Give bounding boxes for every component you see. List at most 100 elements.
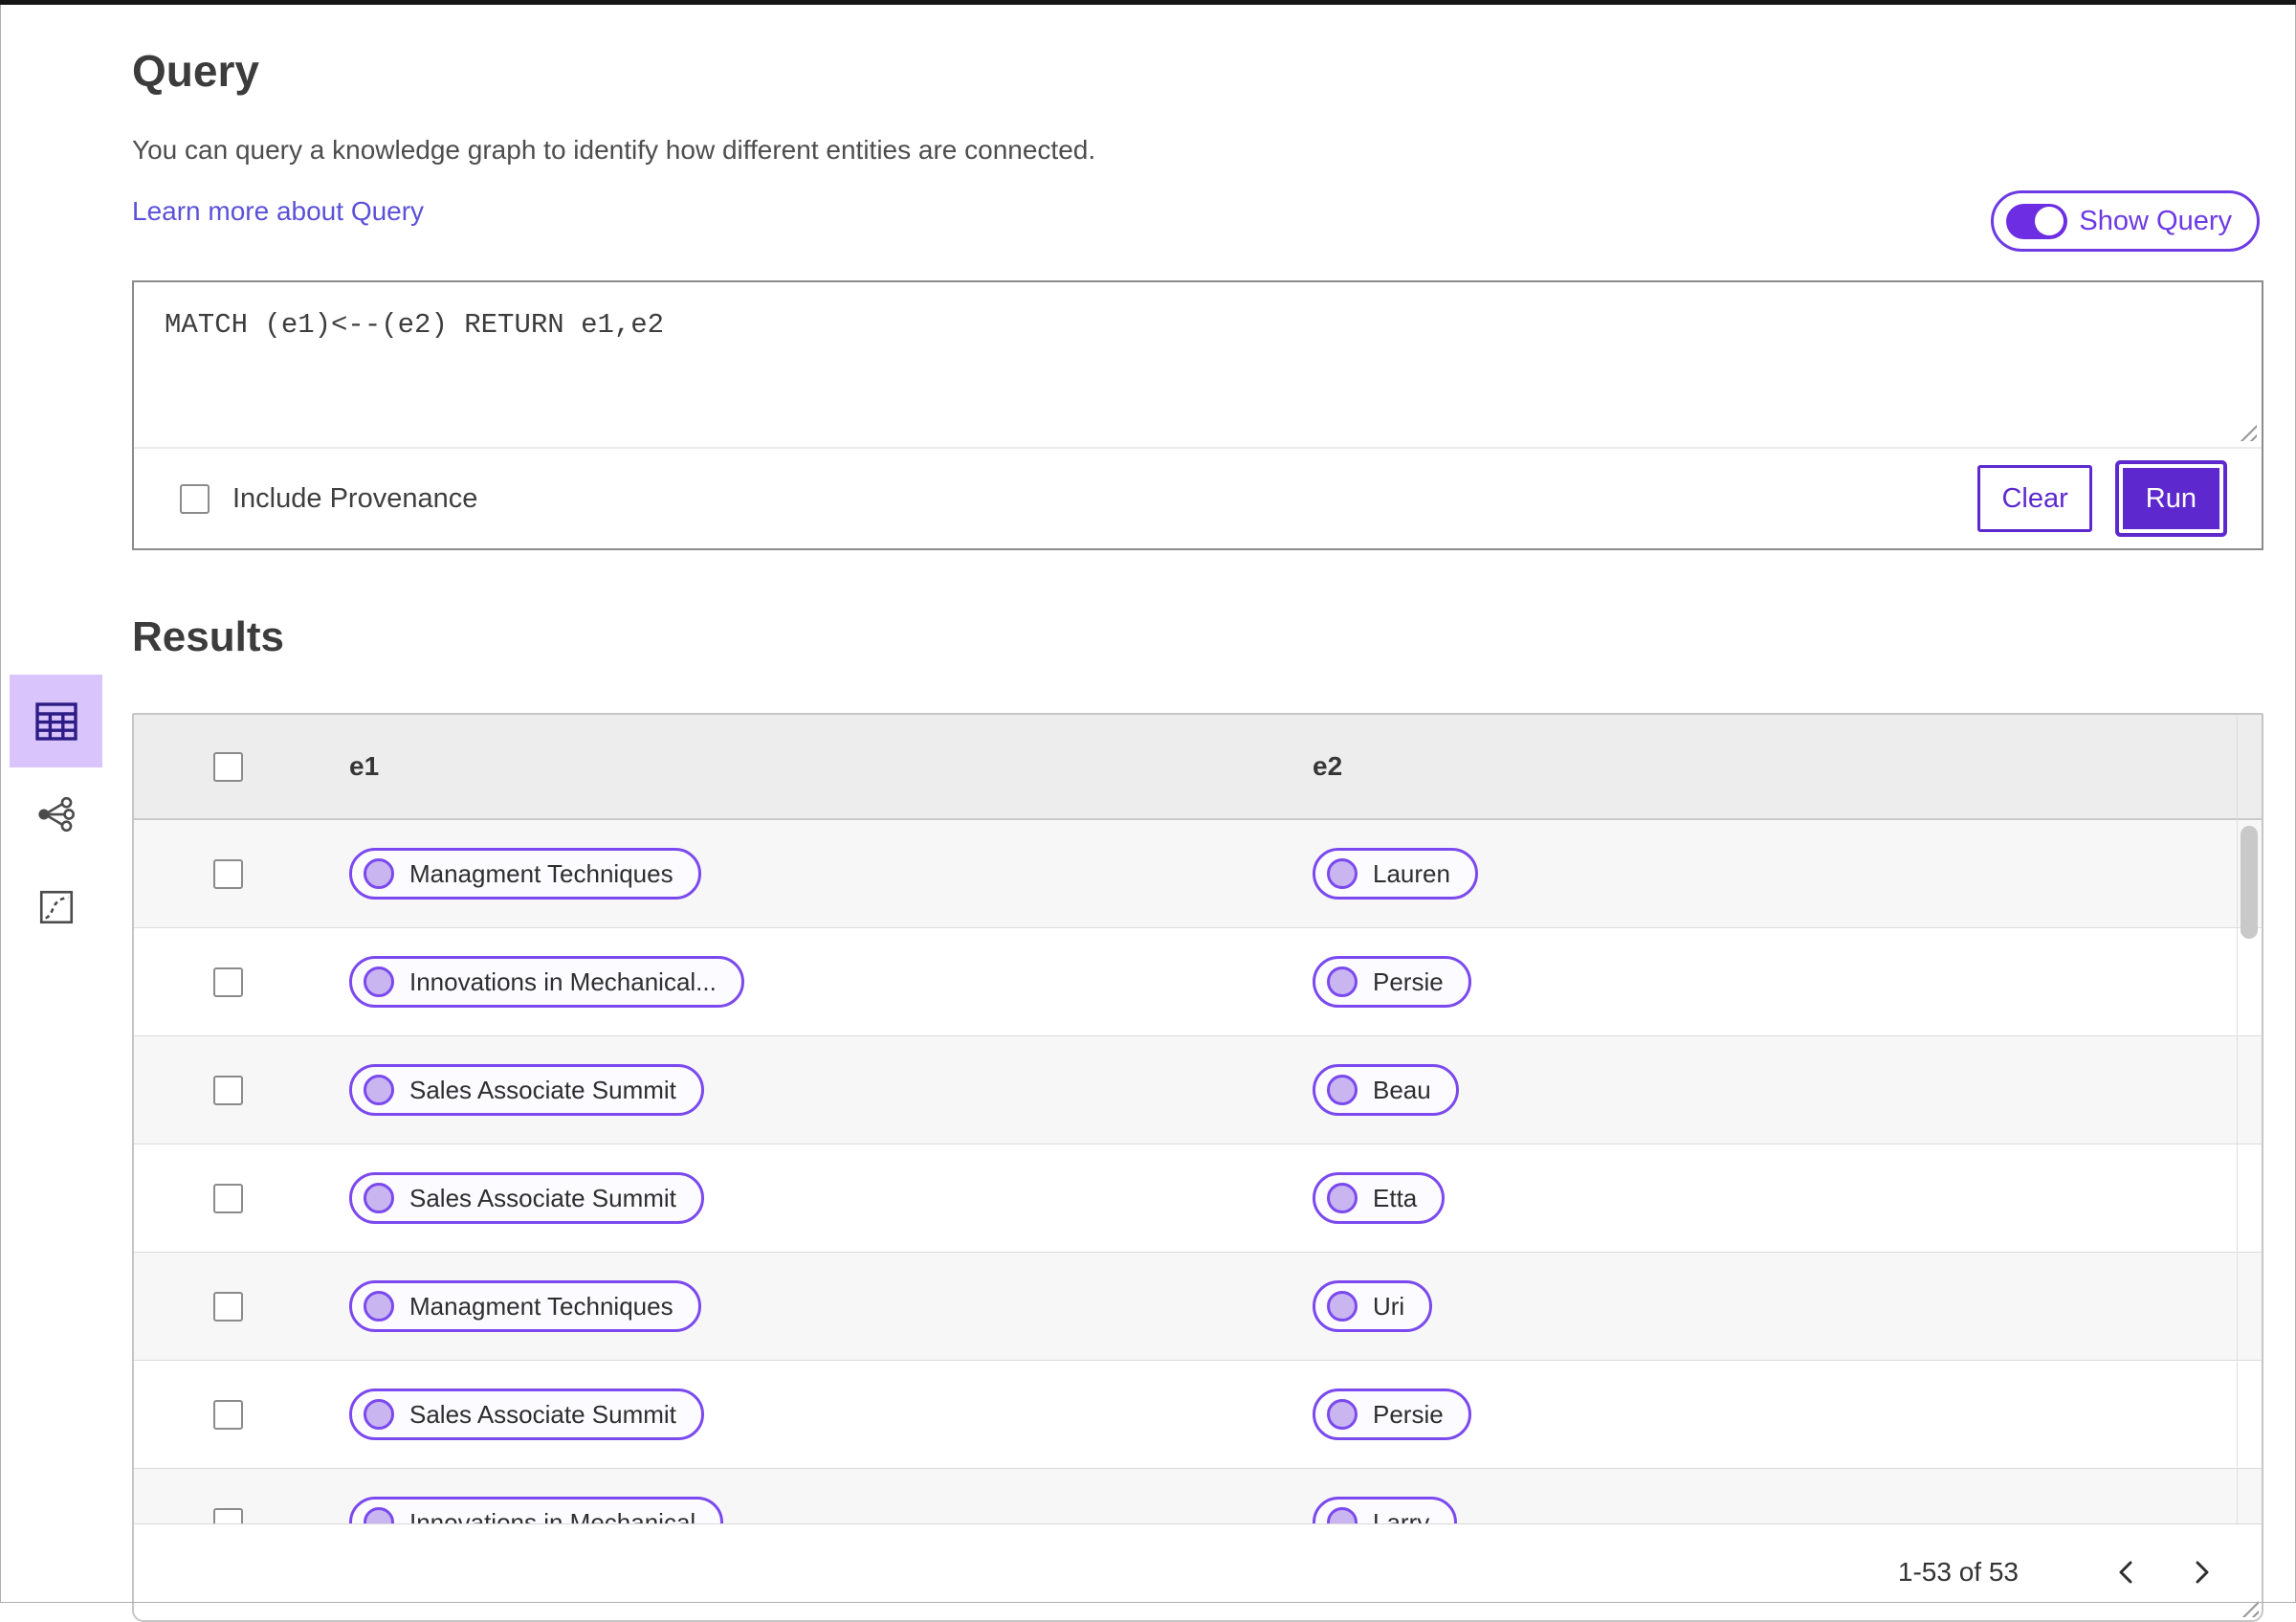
chart-view-icon [39, 890, 73, 923]
entity-pill[interactable]: Lauren [1313, 848, 1478, 900]
row-checkbox[interactable] [213, 967, 243, 997]
entity-dot-icon [1327, 1399, 1358, 1430]
entity-label: Lauren [1373, 858, 1450, 888]
entity-pill[interactable]: Managment Techniques [349, 1280, 701, 1332]
show-query-toggle[interactable]: Show Query [1991, 190, 2260, 252]
row-checkbox[interactable] [213, 858, 243, 889]
table-row: Sales Associate Summit Etta [134, 1144, 2262, 1253]
query-description: You can query a knowledge graph to ident… [132, 135, 1096, 165]
toggle-knob [2035, 207, 2064, 235]
entity-pill[interactable]: Innovations in Mechanical... [349, 956, 744, 1008]
entity-pill[interactable]: Etta [1313, 1172, 1446, 1224]
cell-e1: Sales Associate Summit [322, 1064, 1284, 1116]
cell-e2: Persie [1284, 956, 2237, 1008]
entity-label: Sales Associate Summit [409, 1399, 676, 1429]
row-checkbox[interactable] [213, 1183, 243, 1213]
cell-e2: Larry [1284, 1497, 2237, 1523]
cell-e1: Innovations in Mechanical [322, 1497, 1284, 1523]
table-row: Innovations in Mechanical Larry [134, 1469, 2262, 1523]
chevron-right-icon [2196, 1561, 2209, 1584]
vertical-scrollbar[interactable] [2237, 715, 2262, 1523]
entity-label: Innovations in Mechanical [409, 1507, 696, 1524]
results-table: e1 e2 Managment Techniques Lauren Innova… [134, 715, 2262, 1523]
include-provenance-checkbox[interactable] [180, 483, 210, 514]
query-editor-input[interactable]: MATCH (e1)<--(e2) RETURN e1,e2 [134, 282, 2262, 449]
cell-e2: Persie [1284, 1389, 2237, 1440]
row-select-cell [134, 967, 322, 997]
row-select-cell [134, 1507, 322, 1523]
entity-label: Persie [1373, 967, 1444, 996]
entity-dot-icon [364, 967, 394, 997]
entity-label: Managment Techniques [409, 1291, 673, 1321]
row-select-cell [134, 1183, 322, 1213]
entity-pill[interactable]: Persie [1313, 956, 1471, 1008]
cell-e2: Etta [1284, 1172, 2237, 1224]
entity-label: Etta [1373, 1183, 1418, 1212]
table-view-icon [34, 701, 77, 741]
entity-pill[interactable]: Larry [1313, 1497, 1458, 1523]
entity-label: Uri [1373, 1291, 1405, 1321]
entity-pill[interactable]: Persie [1313, 1389, 1471, 1440]
entity-dot-icon [364, 1183, 394, 1213]
row-select-cell [134, 858, 322, 889]
entity-dot-icon [364, 1507, 394, 1523]
include-provenance-label: Include Provenance [232, 482, 478, 514]
results-view-switcher [10, 675, 102, 953]
entity-label: Sales Associate Summit [409, 1183, 676, 1212]
run-button[interactable]: Run [2118, 464, 2223, 533]
entity-label: Sales Associate Summit [409, 1075, 676, 1104]
entity-dot-icon [1327, 967, 1358, 997]
chart-view-button[interactable] [10, 860, 102, 953]
graph-view-button[interactable] [10, 767, 102, 860]
table-row: Sales Associate Summit Beau [134, 1036, 2262, 1144]
table-header-row: e1 e2 [134, 715, 2262, 820]
row-checkbox[interactable] [213, 1399, 243, 1430]
entity-dot-icon [1327, 1507, 1358, 1523]
cell-e1: Sales Associate Summit [322, 1172, 1284, 1224]
main-content: Query You can query a knowledge graph to… [132, 45, 2263, 1622]
entity-pill[interactable]: Beau [1313, 1064, 1459, 1116]
entity-pill[interactable]: Sales Associate Summit [349, 1172, 704, 1224]
row-checkbox[interactable] [213, 1507, 243, 1523]
entity-pill[interactable]: Innovations in Mechanical [349, 1497, 724, 1524]
row-checkbox[interactable] [213, 1291, 243, 1322]
entity-pill[interactable]: Sales Associate Summit [349, 1064, 704, 1116]
cell-e2: Lauren [1284, 848, 2237, 900]
entity-label: Beau [1373, 1075, 1431, 1104]
entity-pill[interactable]: Uri [1313, 1280, 1433, 1332]
query-editor-panel: MATCH (e1)<--(e2) RETURN e1,e2 Include P… [132, 280, 2263, 1617]
entity-dot-icon [1327, 1075, 1358, 1105]
row-checkbox[interactable] [213, 1075, 243, 1105]
cell-e1: Sales Associate Summit [322, 1389, 1284, 1440]
page-title: Query [132, 46, 259, 96]
entity-label: Innovations in Mechanical... [409, 967, 717, 996]
results-title: Results [132, 613, 284, 660]
next-page-button[interactable] [2174, 1544, 2229, 1600]
clear-button[interactable]: Clear [1977, 465, 2092, 532]
table-row: Innovations in Mechanical... Persie [134, 928, 2262, 1036]
toggle-switch-icon[interactable] [2006, 203, 2068, 239]
select-all-checkbox[interactable] [213, 751, 243, 782]
entity-pill[interactable]: Managment Techniques [349, 848, 701, 900]
row-select-cell [134, 1075, 322, 1105]
pagination-bar: 1-53 of 53 [134, 1523, 2262, 1620]
table-body: Managment Techniques Lauren Innovations … [134, 820, 2262, 1523]
query-description-row: You can query a knowledge graph to ident… [132, 135, 2263, 252]
table-view-button[interactable] [10, 675, 102, 767]
entity-label: Managment Techniques [409, 858, 673, 888]
table-row: Managment Techniques Lauren [134, 820, 2262, 928]
entity-dot-icon [1327, 1291, 1358, 1322]
chevron-left-icon [2119, 1561, 2132, 1584]
query-controls-row: Include Provenance Clear Run [134, 449, 2262, 548]
scrollbar-thumb[interactable] [2241, 826, 2258, 939]
entity-dot-icon [1327, 1183, 1358, 1213]
entity-dot-icon [1327, 858, 1358, 889]
entity-pill[interactable]: Sales Associate Summit [349, 1389, 704, 1440]
column-header-e1: e1 [349, 751, 380, 781]
results-card: e1 e2 Managment Techniques Lauren Innova… [132, 713, 2263, 1622]
prev-page-button[interactable] [2099, 1544, 2154, 1600]
learn-more-link[interactable]: Learn more about Query [132, 196, 424, 227]
entity-dot-icon [364, 1075, 394, 1105]
entity-dot-icon [364, 858, 394, 889]
row-select-cell [134, 1399, 322, 1430]
